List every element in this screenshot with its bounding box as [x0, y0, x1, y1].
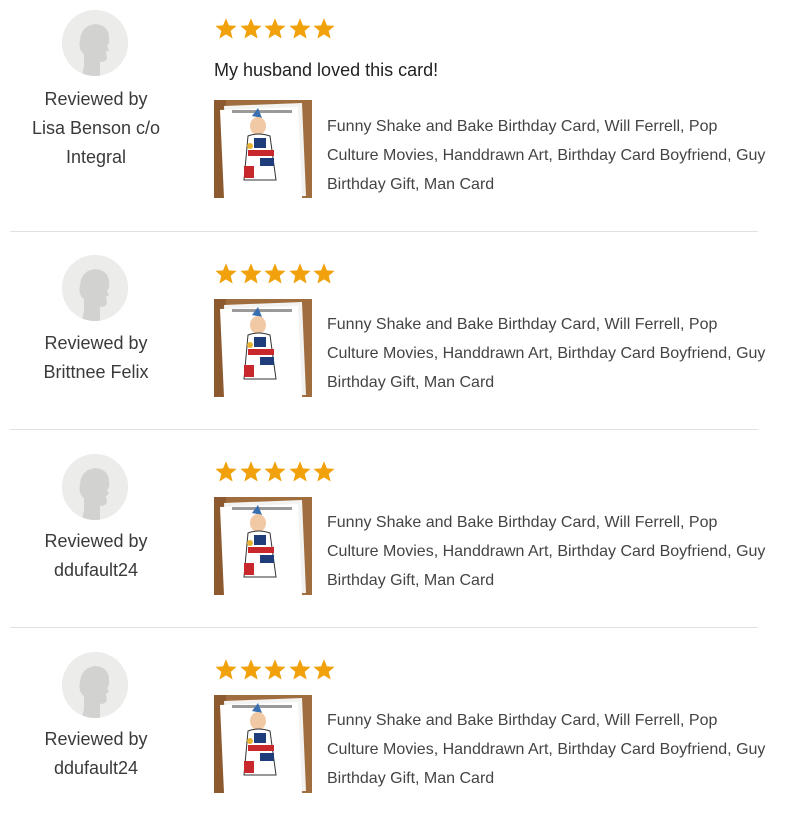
listing-thumbnail[interactable]	[214, 497, 312, 595]
reviewer-link[interactable]: Brittnee Felix	[0, 358, 192, 387]
star-icon	[239, 658, 263, 682]
star-icon	[239, 262, 263, 286]
star-icon	[312, 658, 336, 682]
reviewed-by-label: Reviewed by	[44, 89, 148, 109]
divider	[10, 627, 758, 628]
listing-title-link[interactable]: Funny Shake and Bake Birthday Card, Will…	[327, 706, 767, 793]
reviewer-link[interactable]: Lisa Benson c/o	[0, 114, 192, 143]
star-icon	[288, 658, 312, 682]
star-rating	[214, 658, 337, 682]
star-icon	[263, 460, 287, 484]
listing-title-link[interactable]: Funny Shake and Bake Birthday Card, Will…	[327, 112, 767, 199]
star-icon	[214, 460, 238, 484]
reviewed-by-label: Reviewed by	[44, 531, 148, 551]
reviewer-name: Reviewed by ddufault24	[0, 527, 192, 585]
reviewer-link[interactable]: ddufault24	[0, 754, 192, 783]
reviewed-by-label: Reviewed by	[44, 729, 148, 749]
star-icon	[239, 17, 263, 41]
star-icon	[312, 262, 336, 286]
star-icon	[263, 262, 287, 286]
listing-title-link[interactable]: Funny Shake and Bake Birthday Card, Will…	[327, 508, 767, 595]
review-comment: My husband loved this card!	[214, 60, 439, 80]
star-icon	[263, 17, 287, 41]
star-rating	[214, 17, 337, 41]
star-icon	[263, 658, 287, 682]
reviewer-name: Reviewed by ddufault24	[0, 725, 192, 783]
user-placeholder-icon[interactable]	[62, 10, 128, 76]
user-placeholder-icon[interactable]	[62, 255, 128, 321]
star-icon	[214, 262, 238, 286]
star-icon	[214, 658, 238, 682]
star-icon	[214, 17, 238, 41]
star-rating	[214, 262, 337, 286]
listing-thumbnail[interactable]	[214, 695, 312, 793]
star-rating	[214, 460, 337, 484]
reviewed-by-label: Reviewed by	[44, 333, 148, 353]
divider	[10, 231, 758, 232]
reviewer-link[interactable]: ddufault24	[0, 556, 192, 585]
reviewer-name: Reviewed by Lisa Benson c/o Integral	[0, 85, 192, 172]
listing-thumbnail[interactable]	[214, 100, 312, 198]
listing-thumbnail[interactable]	[214, 299, 312, 397]
user-placeholder-icon[interactable]	[62, 652, 128, 718]
star-icon	[288, 460, 312, 484]
listing-title-link[interactable]: Funny Shake and Bake Birthday Card, Will…	[327, 310, 767, 397]
divider	[10, 429, 758, 430]
reviewer-name: Reviewed by Brittnee Felix	[0, 329, 192, 387]
star-icon	[288, 17, 312, 41]
reviewer-link-continued[interactable]: Integral	[0, 143, 192, 172]
star-icon	[312, 17, 336, 41]
star-icon	[312, 460, 336, 484]
star-icon	[239, 460, 263, 484]
star-icon	[288, 262, 312, 286]
user-placeholder-icon[interactable]	[62, 454, 128, 520]
